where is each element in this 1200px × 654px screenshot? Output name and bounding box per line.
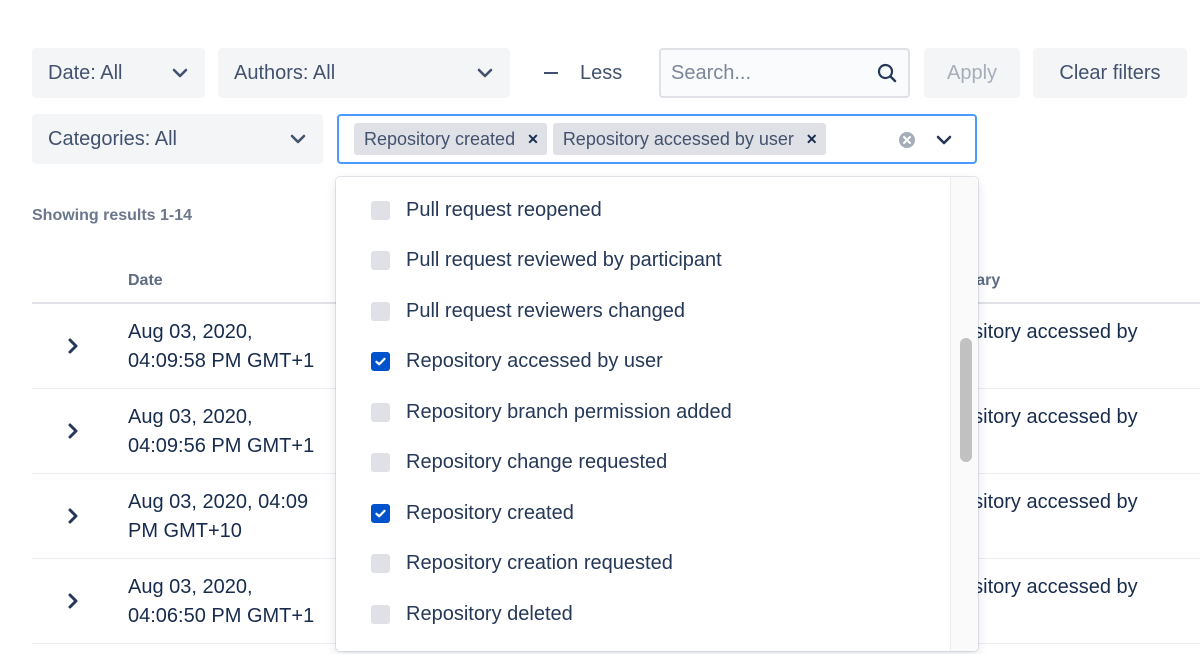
chevron-right-icon[interactable] — [66, 336, 80, 356]
checkbox-unchecked-icon[interactable] — [371, 251, 390, 270]
menu-option[interactable]: Repository branch permission added — [336, 387, 948, 437]
search-icon[interactable] — [876, 62, 898, 84]
column-header-date[interactable]: Date — [128, 272, 163, 290]
date-filter-dropdown[interactable]: Date: All — [32, 48, 205, 98]
menu-option-label: Repository accessed by user — [406, 350, 663, 372]
row-summary: ository accessed by r — [962, 321, 1138, 372]
menu-option-label: Pull request reopened — [406, 198, 602, 221]
authors-filter-dropdown[interactable]: Authors: All — [218, 48, 510, 98]
tag-label: Repository accessed by user — [562, 128, 794, 149]
checkbox-unchecked-icon[interactable] — [371, 200, 390, 220]
menu-option-label: Pull request reviewers changed — [406, 299, 686, 322]
search-input[interactable] — [671, 61, 876, 85]
chevron-down-icon — [476, 64, 494, 82]
checkbox-checked-icon[interactable] — [371, 503, 390, 523]
less-label: Less — [580, 61, 623, 84]
row-date: Aug 03, 2020, 04:06:50 PM GMT+1 — [128, 576, 315, 627]
chevron-right-icon[interactable] — [66, 591, 80, 611]
menu-option[interactable]: Pull request reviewers changed — [336, 286, 948, 336]
menu-option-label: Repository branch permission added — [406, 400, 732, 423]
row-summary: ository accessed by r — [962, 491, 1138, 542]
menu-option-label: Repository created — [406, 501, 574, 524]
chevron-right-icon[interactable] — [66, 506, 80, 526]
chevron-down-icon — [289, 130, 307, 148]
clear-selection-icon[interactable] — [898, 131, 916, 149]
selected-tag: Repository accessed by user ✕ — [552, 123, 826, 155]
minus-icon — [544, 72, 558, 74]
clear-filters-button[interactable]: Clear filters — [1033, 48, 1187, 98]
menu-option-label: Repository change requested — [406, 451, 668, 473]
menu-option-label: Repository creation requested — [406, 552, 673, 574]
menu-option[interactable]: Repository change requested — [336, 438, 948, 488]
chevron-down-icon — [171, 64, 189, 82]
menu-option[interactable]: Repository creation requested — [336, 539, 948, 589]
menu-option[interactable]: Repository deleted — [336, 589, 948, 639]
remove-tag-icon[interactable]: ✕ — [527, 131, 539, 148]
row-date: Aug 03, 2020, 04:09:56 PM GMT+1 — [128, 406, 315, 457]
menu-scrollbar[interactable] — [950, 177, 978, 651]
menu-option[interactable]: Pull request reopened — [336, 185, 948, 235]
row-summary: ository accessed by r — [962, 576, 1138, 627]
chevron-down-icon[interactable] — [935, 131, 953, 149]
authors-filter-label: Authors: All — [234, 61, 336, 84]
menu-option-label: Pull request reviewed by participant — [406, 249, 722, 271]
checkbox-unchecked-icon[interactable] — [371, 301, 390, 321]
menu-scrollbar-thumb[interactable] — [960, 338, 972, 462]
search-field[interactable] — [659, 48, 910, 98]
checkbox-unchecked-icon[interactable] — [371, 604, 390, 624]
category-multiselect[interactable]: Repository created ✕ Repository accessed… — [337, 114, 977, 164]
tag-label: Repository created — [364, 128, 516, 149]
menu-option[interactable]: Repository created — [336, 488, 948, 538]
checkbox-unchecked-icon[interactable] — [371, 402, 390, 422]
menu-option[interactable]: Repository accessed by user — [336, 337, 948, 387]
remove-tag-icon[interactable]: ✕ — [806, 131, 818, 148]
row-summary: ository accessed by r — [962, 406, 1138, 457]
chevron-right-icon[interactable] — [66, 421, 80, 441]
row-date: Aug 03, 2020, 04:09:58 PM GMT+1 — [128, 321, 315, 372]
checkbox-unchecked-icon[interactable] — [371, 554, 390, 573]
categories-filter-dropdown[interactable]: Categories: All — [32, 114, 323, 164]
category-options-menu: Pull request reopened Pull request review… — [336, 177, 978, 651]
row-date: Aug 03, 2020, 04:09 PM GMT+10 — [128, 491, 309, 542]
menu-option-label: Repository deleted — [406, 602, 573, 625]
menu-option[interactable]: Pull request reviewed by participant — [336, 236, 948, 286]
checkbox-unchecked-icon[interactable] — [371, 453, 390, 472]
date-filter-label: Date: All — [48, 61, 123, 84]
results-count: Showing results 1-14 — [32, 207, 193, 224]
checkbox-checked-icon[interactable] — [371, 352, 390, 371]
categories-filter-label: Categories: All — [48, 127, 177, 150]
less-filters-toggle[interactable]: Less — [544, 48, 622, 98]
selected-tag: Repository created ✕ — [354, 123, 547, 155]
apply-button[interactable]: Apply — [924, 48, 1020, 98]
